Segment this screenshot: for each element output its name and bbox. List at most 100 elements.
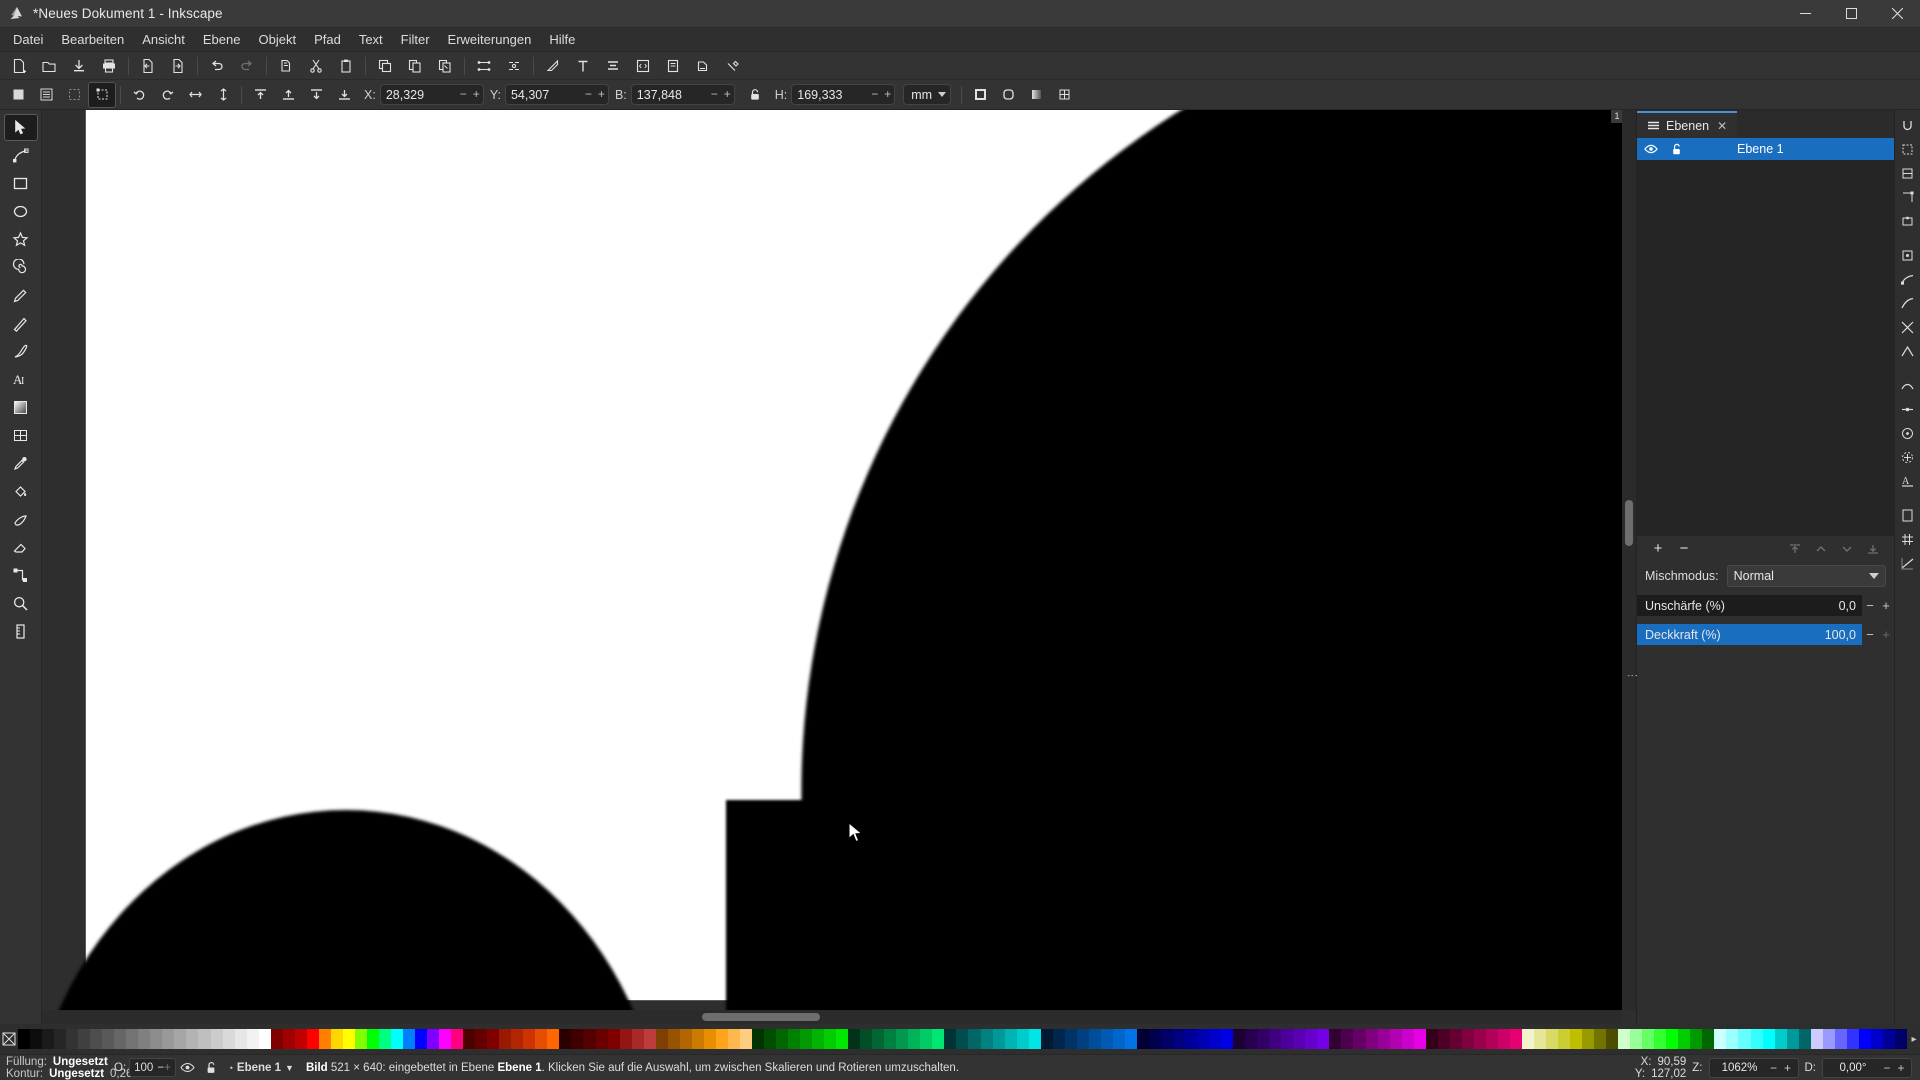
snap-page-border-icon[interactable] xyxy=(1897,504,1919,526)
snap-nodes-icon[interactable] xyxy=(1897,268,1919,290)
canvas-area[interactable]: 1 ⋮ xyxy=(42,110,1638,1024)
color-swatch[interactable] xyxy=(222,1029,235,1049)
color-swatch[interactable] xyxy=(1678,1029,1691,1049)
maximize-button[interactable] xyxy=(1828,0,1874,28)
menu-ansicht[interactable]: Ansicht xyxy=(133,29,194,50)
opacity-decrement-button[interactable]: − xyxy=(157,1062,164,1074)
drawing-canvas[interactable]: 1 xyxy=(42,110,1622,1010)
color-swatch[interactable] xyxy=(1798,1029,1811,1049)
unlock-icon[interactable] xyxy=(1669,143,1685,156)
color-swatch[interactable] xyxy=(475,1029,488,1049)
current-layer-selector[interactable]: • Ebene 1 ▼ xyxy=(230,1062,294,1074)
color-swatch[interactable] xyxy=(1160,1029,1173,1049)
blur-increment-button[interactable]: + xyxy=(1878,598,1894,613)
zoom-value[interactable]: 1062% xyxy=(1713,1062,1767,1074)
color-swatch[interactable] xyxy=(667,1029,680,1049)
color-swatch[interactable] xyxy=(30,1029,43,1049)
affect-rounded-corners-icon[interactable] xyxy=(994,82,1022,108)
color-swatch[interactable] xyxy=(1606,1029,1619,1049)
color-swatch[interactable] xyxy=(1040,1029,1053,1049)
width-increment-button[interactable]: + xyxy=(721,85,734,104)
blend-mode-select[interactable]: Normal xyxy=(1726,565,1886,587)
clone-icon[interactable] xyxy=(400,53,430,79)
open-document-icon[interactable] xyxy=(34,53,64,79)
color-swatch[interactable] xyxy=(1485,1029,1498,1049)
rotation-increment-button[interactable]: + xyxy=(1894,1061,1908,1075)
rotate-90-cw-icon[interactable] xyxy=(153,82,181,108)
color-swatch[interactable] xyxy=(1341,1029,1354,1049)
color-swatch[interactable] xyxy=(1305,1029,1318,1049)
width-field[interactable]: − + xyxy=(630,84,735,105)
color-swatch[interactable] xyxy=(102,1029,115,1049)
color-swatch[interactable] xyxy=(390,1029,403,1049)
color-swatch[interactable] xyxy=(583,1029,596,1049)
layer-lock-toggle[interactable] xyxy=(200,1061,224,1075)
color-swatch[interactable] xyxy=(992,1029,1005,1049)
color-swatch[interactable] xyxy=(884,1029,897,1049)
color-swatch[interactable] xyxy=(1269,1029,1282,1049)
rotation-value[interactable]: 0,00° xyxy=(1826,1062,1880,1074)
layer-raise-button[interactable] xyxy=(1808,538,1834,560)
export-icon[interactable] xyxy=(163,53,193,79)
color-swatch[interactable] xyxy=(1594,1029,1607,1049)
color-swatch[interactable] xyxy=(1173,1029,1186,1049)
color-swatch[interactable] xyxy=(1353,1029,1366,1049)
color-swatch[interactable] xyxy=(487,1029,500,1049)
star-tool[interactable] xyxy=(4,226,38,253)
color-swatch[interactable] xyxy=(1185,1029,1198,1049)
unlink-clone-icon[interactable] xyxy=(430,53,460,79)
redo-icon[interactable] xyxy=(232,53,262,79)
menu-pfad[interactable]: Pfad xyxy=(305,29,350,50)
calligraphy-tool[interactable] xyxy=(4,338,38,365)
color-swatch[interactable] xyxy=(282,1029,295,1049)
chevron-right-icon[interactable]: ▸ xyxy=(1908,1034,1920,1045)
add-layer-button[interactable]: + xyxy=(1645,538,1671,560)
color-swatch[interactable] xyxy=(294,1029,307,1049)
color-swatch[interactable] xyxy=(499,1029,512,1049)
snap-bbox-edge-midpoint-icon[interactable] xyxy=(1897,210,1919,232)
color-swatch[interactable] xyxy=(18,1029,31,1049)
color-swatch[interactable] xyxy=(763,1029,776,1049)
blur-slider[interactable]: Unschärfe (%) 0,0 xyxy=(1637,595,1862,616)
color-swatch[interactable] xyxy=(1870,1029,1883,1049)
select-all-icon[interactable] xyxy=(4,82,32,108)
color-swatch[interactable] xyxy=(246,1029,259,1049)
color-swatch[interactable] xyxy=(1533,1029,1546,1049)
color-swatch[interactable] xyxy=(1257,1029,1270,1049)
color-swatch[interactable] xyxy=(1401,1029,1414,1049)
export-png-icon[interactable] xyxy=(688,53,718,79)
color-swatch[interactable] xyxy=(1052,1029,1065,1049)
zoom-tool[interactable] xyxy=(4,590,38,617)
document-page[interactable] xyxy=(42,110,1622,1010)
color-swatch[interactable] xyxy=(1558,1029,1571,1049)
color-swatch[interactable] xyxy=(1509,1029,1522,1049)
color-swatch[interactable] xyxy=(1233,1029,1246,1049)
color-swatch[interactable] xyxy=(1461,1029,1474,1049)
color-swatch[interactable] xyxy=(138,1029,151,1049)
no-color-x-icon[interactable] xyxy=(0,1032,18,1046)
selector-tool[interactable] xyxy=(3,114,38,141)
eye-icon[interactable] xyxy=(1643,143,1659,155)
layer-to-top-button[interactable] xyxy=(1782,538,1808,560)
unit-selector[interactable]: mm xyxy=(903,84,952,105)
color-swatch[interactable] xyxy=(1774,1029,1787,1049)
color-swatch[interactable] xyxy=(234,1029,247,1049)
color-swatch[interactable] xyxy=(860,1029,873,1049)
layer-name[interactable]: Ebene 1 xyxy=(1737,142,1784,156)
color-swatch[interactable] xyxy=(571,1029,584,1049)
color-swatch[interactable] xyxy=(1545,1029,1558,1049)
preferences-icon[interactable] xyxy=(718,53,748,79)
raise-to-top-icon[interactable] xyxy=(246,82,274,108)
height-input[interactable] xyxy=(792,87,869,102)
zoom-increment-button[interactable]: + xyxy=(1781,1061,1795,1075)
color-swatch[interactable] xyxy=(1570,1029,1583,1049)
rotation-decrement-button[interactable]: − xyxy=(1880,1061,1894,1075)
lower-icon[interactable] xyxy=(302,82,330,108)
color-swatch[interactable] xyxy=(1413,1029,1426,1049)
color-swatch[interactable] xyxy=(715,1029,728,1049)
color-swatch[interactable] xyxy=(1762,1029,1775,1049)
paste-icon[interactable] xyxy=(331,53,361,79)
color-swatch[interactable] xyxy=(1618,1029,1631,1049)
color-swatch[interactable] xyxy=(1497,1029,1510,1049)
color-swatch[interactable] xyxy=(186,1029,199,1049)
